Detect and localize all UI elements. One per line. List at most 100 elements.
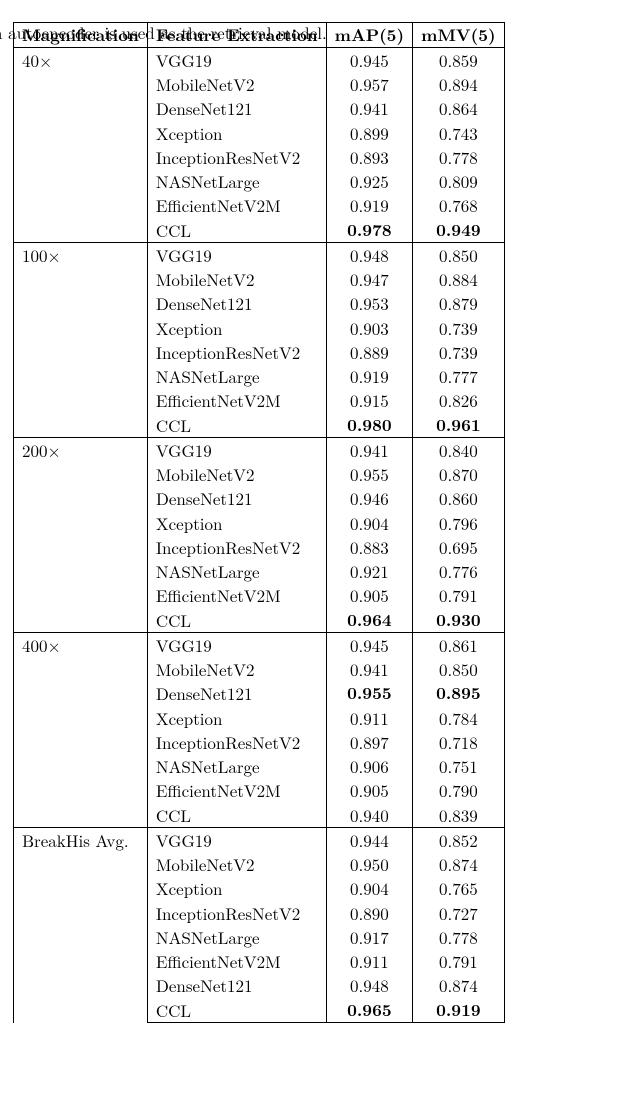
mmv5-cell: 0.861 — [413, 633, 505, 658]
feature-cell: DenseNet121 — [147, 487, 326, 511]
mmv5-cell: 0.751 — [413, 755, 505, 779]
mmv5-cell: 0.961 — [413, 413, 505, 438]
map5-cell: 0.890 — [326, 901, 412, 925]
mmv5-cell: 0.796 — [413, 511, 505, 535]
feature-cell: CCL — [147, 218, 326, 243]
mmv5-cell: 0.859 — [413, 48, 505, 73]
map5-cell: 0.978 — [326, 218, 412, 243]
mmv5-cell: 0.778 — [413, 145, 505, 169]
feature-cell: Xception — [147, 706, 326, 730]
feature-cell: CCL — [147, 608, 326, 633]
feature-cell: MobileNetV2 — [147, 73, 326, 97]
map5-cell: 0.904 — [326, 511, 412, 535]
feature-cell: MobileNetV2 — [147, 463, 326, 487]
feature-cell: MobileNetV2 — [147, 268, 326, 292]
feature-cell: CCL — [147, 803, 326, 828]
feature-cell: Xception — [147, 877, 326, 901]
mmv5-cell: 0.765 — [413, 877, 505, 901]
map5-cell: 0.919 — [326, 365, 412, 389]
feature-cell: MobileNetV2 — [147, 853, 326, 877]
mmv5-cell: 0.874 — [413, 974, 505, 998]
feature-cell: EfficientNetV2M — [147, 950, 326, 974]
map5-cell: 0.905 — [326, 779, 412, 803]
results-table: Magnification Feature Extraction mAP(5) … — [13, 22, 505, 1023]
mmv5-cell: 0.784 — [413, 706, 505, 730]
feature-cell: CCL — [147, 413, 326, 438]
mmv5-cell: 0.850 — [413, 243, 505, 268]
table-row: 100×VGG190.9480.850 — [14, 243, 505, 268]
mmv5-cell: 0.695 — [413, 535, 505, 559]
map5-cell: 0.955 — [326, 682, 412, 706]
feature-cell: NASNetLarge — [147, 925, 326, 949]
mmv5-cell: 0.777 — [413, 365, 505, 389]
map5-cell: 0.940 — [326, 803, 412, 828]
map5-cell: 0.883 — [326, 535, 412, 559]
mmv5-cell: 0.743 — [413, 121, 505, 145]
feature-cell: DenseNet121 — [147, 682, 326, 706]
map5-cell: 0.911 — [326, 950, 412, 974]
mmv5-cell: 0.930 — [413, 608, 505, 633]
feature-cell: EfficientNetV2M — [147, 194, 326, 218]
map5-cell: 0.899 — [326, 121, 412, 145]
magnification-cell: 100× — [14, 243, 148, 438]
map5-cell: 0.948 — [326, 974, 412, 998]
feature-cell: EfficientNetV2M — [147, 584, 326, 608]
map5-cell: 0.921 — [326, 560, 412, 584]
feature-cell: VGG19 — [147, 48, 326, 73]
map5-cell: 0.950 — [326, 853, 412, 877]
mmv5-cell: 0.850 — [413, 658, 505, 682]
feature-cell: InceptionResNetV2 — [147, 901, 326, 925]
map5-cell: 0.906 — [326, 755, 412, 779]
map5-cell: 0.893 — [326, 145, 412, 169]
mmv5-cell: 0.874 — [413, 853, 505, 877]
feature-cell: NASNetLarge — [147, 170, 326, 194]
feature-cell: EfficientNetV2M — [147, 779, 326, 803]
magnification-cell: 200× — [14, 438, 148, 633]
mmv5-cell: 0.949 — [413, 218, 505, 243]
mmv5-cell: 0.879 — [413, 292, 505, 316]
table-row: 200×VGG190.9410.840 — [14, 438, 505, 463]
mmv5-cell: 0.790 — [413, 779, 505, 803]
feature-cell: EfficientNetV2M — [147, 389, 326, 413]
map5-cell: 0.945 — [326, 633, 412, 658]
table-row: 400×VGG190.9450.861 — [14, 633, 505, 658]
mmv5-cell: 0.768 — [413, 194, 505, 218]
feature-cell: InceptionResNetV2 — [147, 730, 326, 754]
feature-cell: VGG19 — [147, 633, 326, 658]
feature-cell: VGG19 — [147, 438, 326, 463]
feature-cell: DenseNet121 — [147, 974, 326, 998]
map5-cell: 0.919 — [326, 194, 412, 218]
mmv5-cell: 0.884 — [413, 268, 505, 292]
map5-cell: 0.945 — [326, 48, 412, 73]
map5-cell: 0.889 — [326, 340, 412, 364]
map5-cell: 0.957 — [326, 73, 412, 97]
feature-cell: NASNetLarge — [147, 365, 326, 389]
mmv5-cell: 0.778 — [413, 925, 505, 949]
map5-cell: 0.941 — [326, 438, 412, 463]
feature-cell: MobileNetV2 — [147, 658, 326, 682]
map5-cell: 0.948 — [326, 243, 412, 268]
mmv5-cell: 0.791 — [413, 584, 505, 608]
feature-cell: VGG19 — [147, 828, 326, 853]
map5-cell: 0.941 — [326, 97, 412, 121]
feature-cell: InceptionResNetV2 — [147, 535, 326, 559]
map5-cell: 0.944 — [326, 828, 412, 853]
mmv5-cell: 0.809 — [413, 170, 505, 194]
map5-cell: 0.955 — [326, 463, 412, 487]
mmv5-cell: 0.727 — [413, 901, 505, 925]
mmv5-cell: 0.739 — [413, 316, 505, 340]
map5-cell: 0.917 — [326, 925, 412, 949]
feature-cell: NASNetLarge — [147, 755, 326, 779]
map5-cell: 0.911 — [326, 706, 412, 730]
feature-cell: Xception — [147, 121, 326, 145]
feature-cell: Xception — [147, 316, 326, 340]
feature-cell: DenseNet121 — [147, 97, 326, 121]
table-body: 40×VGG190.9450.859MobileNetV20.9570.894D… — [14, 48, 505, 1023]
mmv5-cell: 0.776 — [413, 560, 505, 584]
mmv5-cell: 0.860 — [413, 487, 505, 511]
map5-cell: 0.903 — [326, 316, 412, 340]
map5-cell: 0.964 — [326, 608, 412, 633]
map5-cell: 0.925 — [326, 170, 412, 194]
map5-cell: 0.904 — [326, 877, 412, 901]
table-row: 40×VGG190.9450.859 — [14, 48, 505, 73]
